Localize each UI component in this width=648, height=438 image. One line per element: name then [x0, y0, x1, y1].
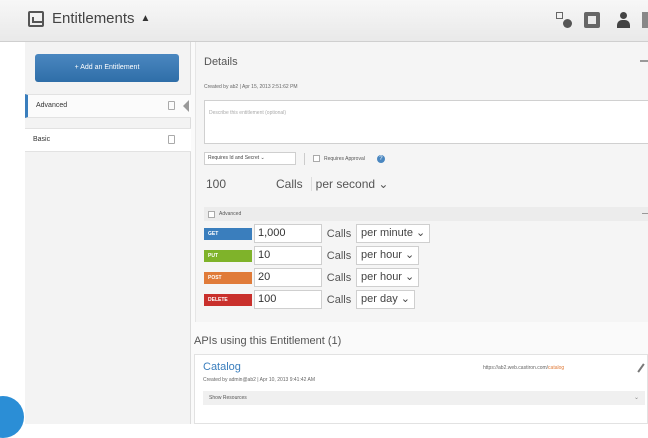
verb-row-put: PUT 10 Calls per hour ⌄ — [204, 246, 420, 265]
verb-limit-input[interactable]: 20 — [254, 268, 322, 287]
description-input[interactable] — [205, 107, 648, 119]
trash-icon[interactable] — [168, 101, 175, 110]
verb-badge: GET — [204, 227, 252, 240]
api-name-link[interactable]: Catalog — [203, 361, 241, 373]
page-title: Entitlements — [52, 10, 135, 27]
chevron-down-icon: ⌄ — [633, 395, 639, 401]
verb-period-select[interactable]: per minute ⌄ — [356, 224, 431, 243]
details-title: Details — [204, 56, 238, 68]
rate-limit-value[interactable]: 100 — [204, 177, 264, 191]
user-icon[interactable] — [616, 12, 632, 28]
advanced-section-header[interactable]: Advanced — [204, 207, 648, 221]
api-url-prefix: https://ab2.web.castiron.com/ — [483, 365, 549, 371]
collapse-icon[interactable] — [642, 213, 648, 214]
verb-badge: POST — [204, 271, 252, 284]
trash-icon[interactable] — [168, 135, 175, 144]
show-resources-toggle[interactable]: Show Resources ⌄ — [203, 391, 645, 405]
calls-label: Calls — [326, 249, 352, 262]
divider — [304, 152, 305, 165]
auth-options-row: Requires Id and Secret ⌄ Requires Approv… — [204, 152, 385, 165]
sidebar-item-label: Advanced — [36, 102, 68, 109]
verb-limit-input[interactable]: 1,000 — [254, 224, 322, 243]
calls-label: Calls — [326, 227, 352, 240]
rate-period-select[interactable]: per second ⌄ — [310, 177, 388, 191]
created-info: Created by ab2 | Apr 15, 2013 2:51:62 PM — [204, 84, 298, 90]
description-field[interactable] — [204, 100, 648, 144]
verb-period-select[interactable]: per hour ⌄ — [356, 268, 420, 287]
calls-label: Calls — [326, 271, 352, 284]
verb-period-select[interactable]: per hour ⌄ — [356, 246, 420, 265]
api-url[interactable]: https://ab2.web.castiron.com/catalog — [483, 365, 564, 371]
sidebar-item-advanced[interactable]: Advanced — [25, 94, 191, 118]
decorative-circle — [0, 396, 24, 438]
requires-approval-checkbox[interactable] — [313, 155, 320, 162]
verb-badge: PUT — [204, 249, 252, 262]
advanced-checkbox[interactable] — [208, 210, 215, 218]
calls-label: Calls — [326, 293, 352, 306]
show-resources-label: Show Resources — [209, 395, 247, 401]
verb-badge: DELETE — [204, 293, 252, 306]
api-card: Catalog Created by admin@ab2 | Apr 10, 2… — [194, 354, 648, 424]
selected-arrow-icon — [183, 100, 189, 112]
overflow-icon[interactable] — [642, 12, 648, 28]
add-entitlement-button[interactable]: + Add an Entitlement — [35, 54, 179, 82]
api-created-info: Created by admin@ab2 | Apr 10, 2013 9:41… — [203, 377, 316, 383]
top-bar: Entitlements ▲ — [0, 0, 648, 42]
verb-limit-input[interactable]: 100 — [254, 290, 322, 309]
requires-approval-label: Requires Approval — [324, 155, 365, 162]
settings-icon[interactable] — [556, 12, 572, 28]
advanced-label: Advanced — [219, 211, 242, 217]
entitlements-logo-icon — [28, 10, 44, 27]
verb-limit-input[interactable]: 10 — [254, 246, 322, 265]
api-url-path: catalog — [548, 365, 565, 371]
app-title-menu[interactable]: Entitlements ▲ — [28, 10, 150, 27]
chevron-up-icon[interactable]: ▲ — [141, 13, 151, 24]
square-icon[interactable] — [584, 12, 600, 28]
edit-pencil-icon[interactable] — [635, 363, 645, 373]
help-icon[interactable]: ? — [376, 154, 385, 163]
verb-row-get: GET 1,000 Calls per minute ⌄ — [204, 224, 431, 243]
verb-row-post: POST 20 Calls per hour ⌄ — [204, 268, 420, 287]
apis-section-title: APIs using this Entitlement (1) — [194, 335, 342, 347]
sidebar-item-label: Basic — [33, 136, 51, 143]
sidebar-item-basic[interactable]: Basic — [25, 128, 191, 152]
calls-label: Calls — [276, 177, 303, 191]
rate-limit-row: 100 Calls per second ⌄ — [204, 177, 388, 191]
collapse-icon[interactable] — [640, 60, 648, 62]
verb-row-delete: DELETE 100 Calls per day ⌄ — [204, 290, 415, 309]
sidebar: + Add an Entitlement Advanced Basic — [25, 42, 191, 424]
auth-type-select[interactable]: Requires Id and Secret ⌄ — [204, 152, 296, 165]
details-card: Details Created by ab2 | Apr 15, 2013 2:… — [195, 42, 648, 322]
verb-period-select[interactable]: per day ⌄ — [356, 290, 415, 309]
